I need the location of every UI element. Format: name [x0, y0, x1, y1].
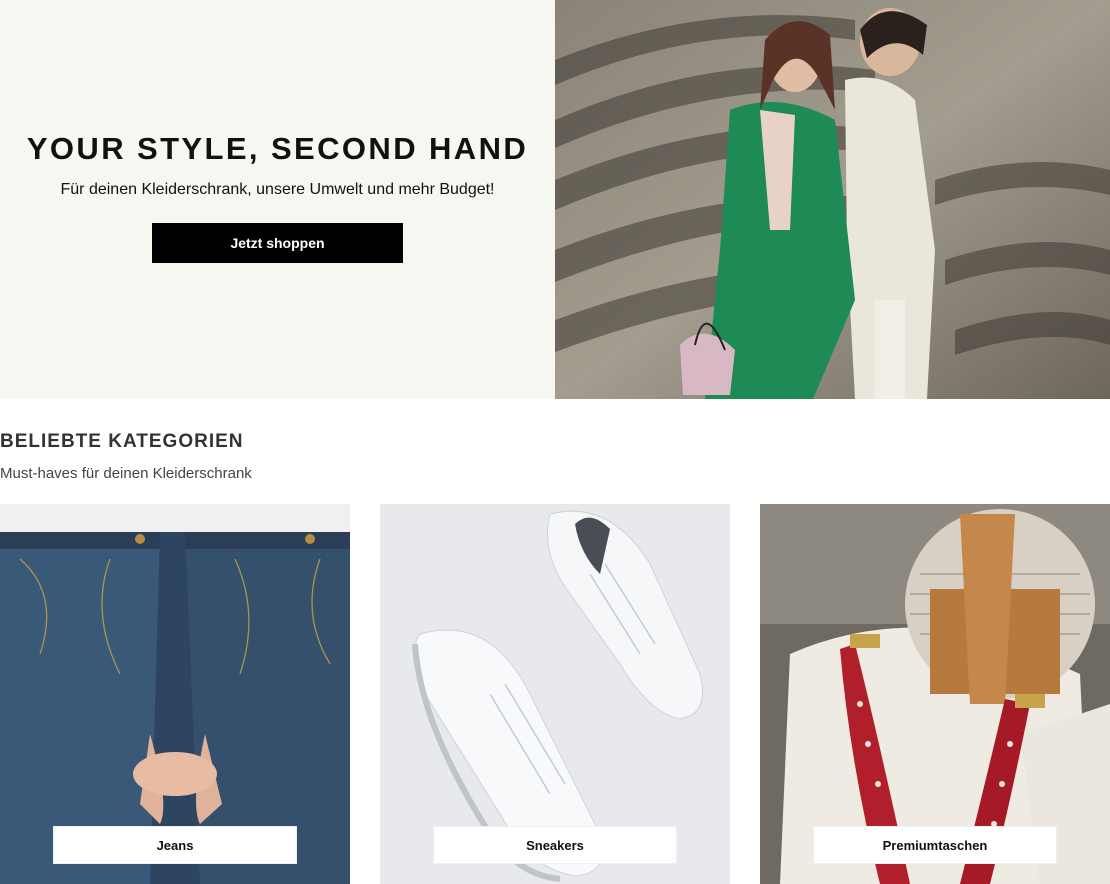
category-tile-jeans[interactable]: Jeans: [0, 504, 350, 884]
category-tile-sneakers[interactable]: Sneakers: [380, 504, 730, 884]
category-tile-premiumtaschen[interactable]: Premiumtaschen: [760, 504, 1110, 884]
category-label-premiumtaschen[interactable]: Premiumtaschen: [813, 826, 1057, 864]
shop-now-button[interactable]: Jetzt shoppen: [152, 222, 403, 263]
fashion-couple-image: [555, 0, 1110, 399]
hero-image[interactable]: [555, 0, 1110, 399]
category-label-sneakers[interactable]: Sneakers: [433, 826, 677, 864]
category-label-jeans[interactable]: Jeans: [53, 826, 297, 864]
category-grid: Jeans Sneakers Premiumtaschen: [0, 504, 1110, 884]
section-title: BELIEBTE KATEGORIEN: [0, 431, 244, 452]
categories-section: BELIEBTE KATEGORIEN Must-haves für deine…: [0, 399, 252, 482]
hero-subtitle: Für deinen Kleiderschrank, unsere Umwelt…: [60, 180, 495, 198]
hero-banner: YOUR STYLE, SECOND HAND Für deinen Kleid…: [0, 0, 1110, 399]
section-subtitle: Must-haves für deinen Kleiderschrank: [0, 465, 252, 482]
hero-text-panel: YOUR STYLE, SECOND HAND Für deinen Kleid…: [0, 0, 555, 399]
hero-title: YOUR STYLE, SECOND HAND: [26, 130, 529, 166]
